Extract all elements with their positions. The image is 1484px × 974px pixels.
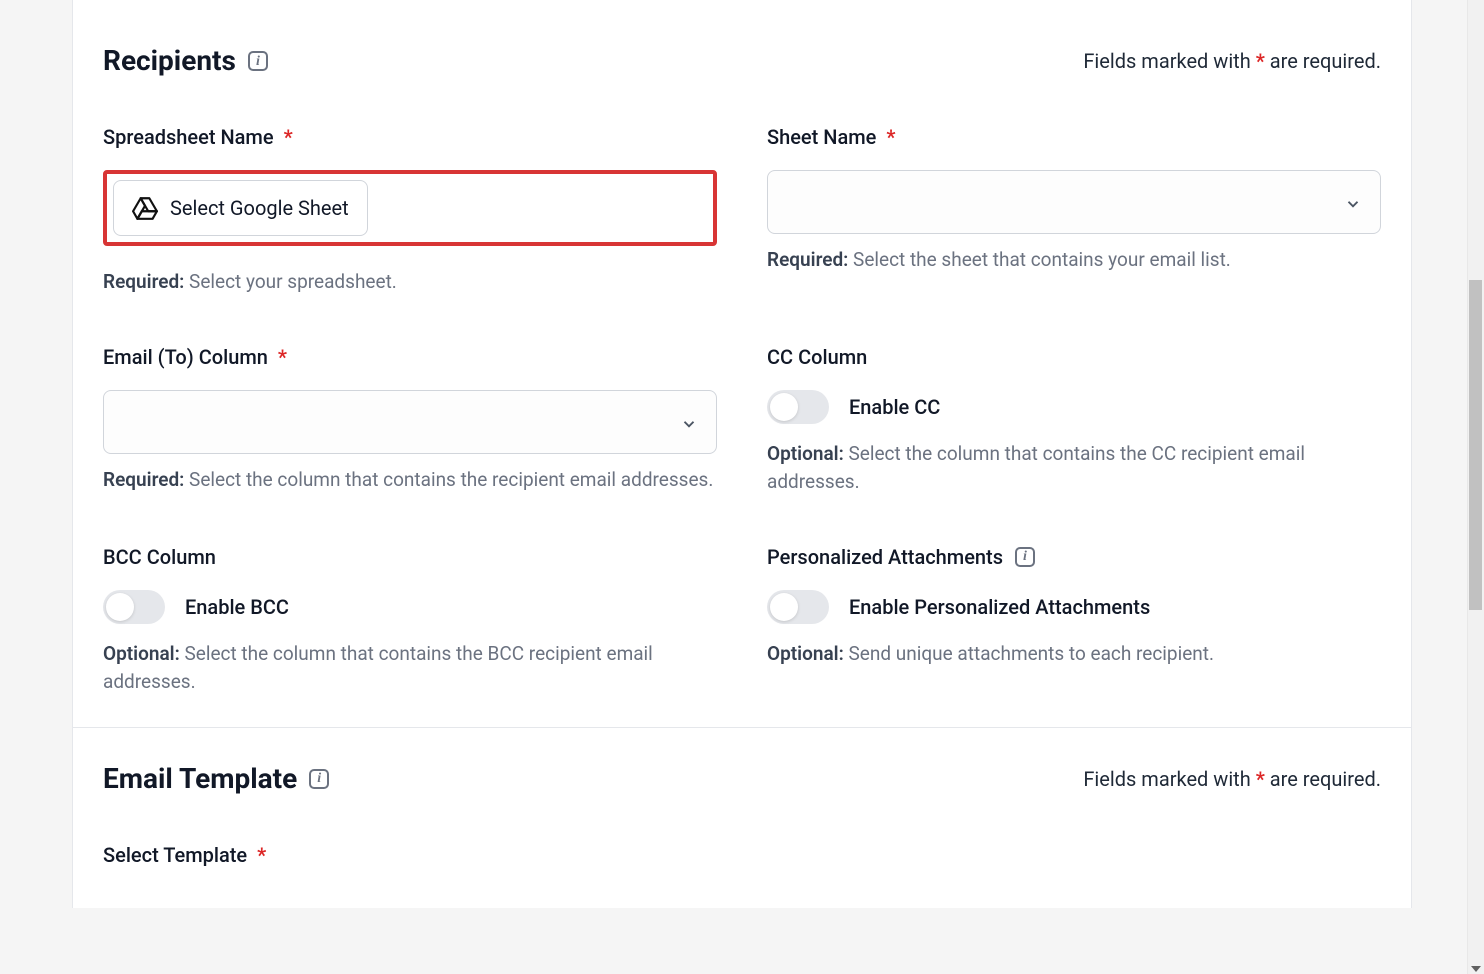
- scrollbar-down-arrow-icon[interactable]: [1471, 966, 1481, 972]
- email-template-section: Email Template i Fields marked with * ar…: [73, 728, 1411, 908]
- email-template-header: Email Template i Fields marked with * ar…: [103, 758, 1381, 800]
- chevron-down-icon: [680, 414, 696, 430]
- email-column-select[interactable]: [103, 390, 717, 454]
- spreadsheet-name-label: Spreadsheet Name *: [103, 122, 717, 152]
- asterisk-icon: *: [284, 122, 293, 152]
- enable-cc-toggle[interactable]: [767, 390, 829, 424]
- info-icon[interactable]: i: [1015, 547, 1035, 567]
- enable-cc-label: Enable CC: [849, 392, 940, 422]
- scrollbar-thumb[interactable]: [1469, 280, 1482, 610]
- select-template-field: Select Template *: [103, 840, 1381, 888]
- spreadsheet-name-field: Spreadsheet Name * Select Google Sheet: [103, 122, 717, 297]
- cc-column-helper: Optional: Select the column that contain…: [767, 440, 1381, 497]
- select-google-sheet-button[interactable]: Select Google Sheet: [113, 180, 368, 236]
- bcc-column-field: BCC Column Enable BCC Optional: Select t…: [103, 542, 717, 697]
- sheet-name-select[interactable]: [767, 170, 1381, 234]
- sheet-name-helper: Required: Select the sheet that contains…: [767, 246, 1381, 275]
- info-icon[interactable]: i: [309, 769, 329, 789]
- recipients-title: Recipients i: [103, 40, 268, 82]
- asterisk-icon: *: [278, 342, 287, 372]
- asterisk-icon: *: [1256, 49, 1265, 73]
- toggle-knob: [770, 393, 798, 421]
- asterisk-icon: *: [257, 840, 266, 870]
- asterisk-icon: *: [1256, 767, 1265, 791]
- sheet-name-label: Sheet Name *: [767, 122, 1381, 152]
- spreadsheet-helper: Required: Select your spreadsheet.: [103, 268, 717, 297]
- asterisk-icon: *: [886, 122, 895, 152]
- email-column-label: Email (To) Column *: [103, 342, 717, 372]
- email-column-field: Email (To) Column * Required: Select the…: [103, 342, 717, 497]
- select-google-sheet-label: Select Google Sheet: [170, 193, 349, 223]
- recipients-section: Recipients i Fields marked with * are re…: [73, 0, 1411, 728]
- toggle-knob: [106, 593, 134, 621]
- google-drive-icon: [132, 195, 158, 221]
- sheet-name-field: Sheet Name * Required: Select the sheet …: [767, 122, 1381, 297]
- enable-attachments-label: Enable Personalized Attachments: [849, 592, 1150, 622]
- enable-bcc-toggle[interactable]: [103, 590, 165, 624]
- select-template-label: Select Template *: [103, 840, 1381, 870]
- toggle-knob: [770, 593, 798, 621]
- enable-bcc-label: Enable BCC: [185, 592, 289, 622]
- required-note: Fields marked with * are required.: [1083, 764, 1381, 794]
- bcc-column-helper: Optional: Select the column that contain…: [103, 640, 717, 697]
- attachments-helper: Optional: Send unique attachments to eac…: [767, 640, 1381, 669]
- info-icon[interactable]: i: [248, 51, 268, 71]
- attachments-label: Personalized Attachments i: [767, 542, 1381, 572]
- attachments-field: Personalized Attachments i Enable Person…: [767, 542, 1381, 697]
- email-column-helper: Required: Select the column that contain…: [103, 466, 717, 495]
- bcc-column-label: BCC Column: [103, 542, 717, 572]
- cc-column-label: CC Column: [767, 342, 1381, 372]
- chevron-down-icon: [1344, 194, 1360, 210]
- email-template-title-text: Email Template: [103, 758, 297, 800]
- select-sheet-highlight: Select Google Sheet: [103, 170, 717, 246]
- recipients-header: Recipients i Fields marked with * are re…: [103, 40, 1381, 82]
- cc-column-field: CC Column Enable CC Optional: Select the…: [767, 342, 1381, 497]
- scrollbar-track[interactable]: [1467, 0, 1484, 974]
- email-template-title: Email Template i: [103, 758, 329, 800]
- recipients-title-text: Recipients: [103, 40, 236, 82]
- required-note: Fields marked with * are required.: [1083, 46, 1381, 76]
- enable-attachments-toggle[interactable]: [767, 590, 829, 624]
